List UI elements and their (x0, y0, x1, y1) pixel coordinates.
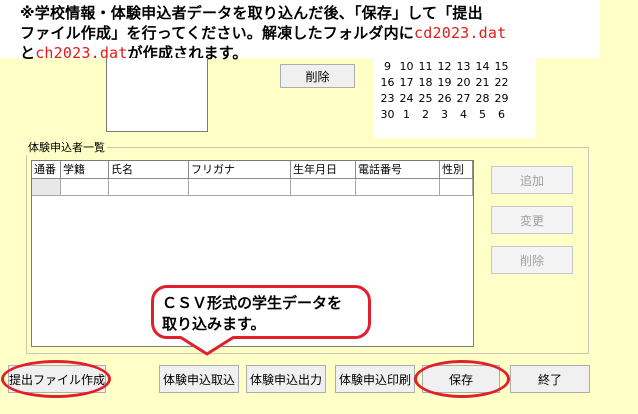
calendar-day[interactable]: 27 (454, 92, 473, 108)
instruction-note: ※学校情報・体験申込者データを取り込んだ後、「保存」して「提出 ファイル作成」を… (0, 0, 600, 62)
callout-tail (179, 336, 235, 356)
export-applicants-button[interactable]: 体験申込出力 (246, 365, 326, 393)
edit-button[interactable]: 変更 (491, 206, 573, 234)
import-callout: ＣＳＶ形式の学生データを 取り込みます。 (151, 285, 371, 339)
calendar-day[interactable]: 9 (378, 60, 397, 76)
col-student-id[interactable]: 学籍 (61, 161, 109, 179)
calendar-day[interactable]: 25 (416, 92, 435, 108)
col-birthdate[interactable]: 生年月日 (291, 161, 356, 179)
calendar-day[interactable]: 26 (435, 92, 454, 108)
add-button[interactable]: 追加 (491, 166, 573, 194)
exit-button[interactable]: 終了 (510, 365, 590, 393)
calendar-day[interactable]: 18 (416, 76, 435, 92)
note-line-2: ファイル作成」を行ってください。解凍したフォルダ内にcd2023.dat (20, 24, 507, 42)
col-gender[interactable]: 性別 (440, 161, 473, 179)
calendar-day[interactable]: 3 (435, 108, 454, 124)
callout-line-2: 取り込みます。 (162, 315, 266, 333)
print-applicants-button[interactable]: 体験申込印刷 (335, 365, 415, 393)
delete-top-button[interactable]: 削除 (280, 64, 355, 88)
calendar-day[interactable]: 23 (378, 92, 397, 108)
calendar-grid[interactable]: 9 10 11 12 13 14 15 16 17 18 19 20 21 22 23 24 25 26 27 28 2… (378, 60, 511, 124)
col-name[interactable]: 氏名 (109, 161, 189, 179)
highlight-ring-make-file (1, 360, 111, 398)
row-cell[interactable] (356, 179, 440, 196)
row-cell[interactable] (109, 179, 189, 196)
calendar-day[interactable]: 22 (492, 76, 511, 92)
highlight-ring-save (414, 360, 510, 398)
calendar-day[interactable]: 2 (416, 108, 435, 124)
import-applicants-button[interactable]: 体験申込取込 (159, 365, 239, 393)
calendar-day[interactable]: 12 (435, 60, 454, 76)
table-header: 通番 学籍 氏名 フリガナ 生年月日 電話番号 性別 (32, 161, 473, 179)
col-furigana[interactable]: フリガナ (189, 161, 291, 179)
calendar-day[interactable]: 17 (397, 76, 416, 92)
calendar-day[interactable]: 30 (378, 108, 397, 124)
calendar-day[interactable]: 6 (492, 108, 511, 124)
row-cell[interactable] (291, 179, 356, 196)
calendar-day[interactable]: 15 (492, 60, 511, 76)
note-line-1: ※学校情報・体験申込者データを取り込んだ後、「保存」して「提出 (20, 4, 483, 22)
calendar-day[interactable]: 4 (454, 108, 473, 124)
filename-cd: cd2023.dat (414, 24, 507, 42)
row-cell[interactable] (32, 179, 61, 196)
row-cell[interactable] (189, 179, 291, 196)
calendar-day[interactable]: 19 (435, 76, 454, 92)
callout-line-1: ＣＳＶ形式の学生データを (162, 294, 343, 312)
calendar-day[interactable]: 20 (454, 76, 473, 92)
calendar-day[interactable]: 28 (473, 92, 492, 108)
table-row[interactable] (32, 179, 473, 196)
calendar-day[interactable]: 16 (378, 76, 397, 92)
calendar-day[interactable]: 14 (473, 60, 492, 76)
group-title: 体験申込者一覧 (26, 139, 107, 155)
calendar-day[interactable]: 10 (397, 60, 416, 76)
row-cell[interactable] (61, 179, 109, 196)
col-serial[interactable]: 通番 (32, 161, 61, 179)
calendar-day[interactable]: 5 (473, 108, 492, 124)
calendar-day[interactable]: 21 (473, 76, 492, 92)
calendar-day[interactable]: 11 (416, 60, 435, 76)
calendar-day[interactable]: 13 (454, 60, 473, 76)
row-cell[interactable] (440, 179, 473, 196)
col-phone[interactable]: 電話番号 (356, 161, 440, 179)
calendar-day[interactable]: 29 (492, 92, 511, 108)
calendar-day[interactable]: 1 (397, 108, 416, 124)
school-listbox[interactable] (106, 58, 208, 132)
delete-button[interactable]: 削除 (491, 246, 573, 274)
calendar-day[interactable]: 24 (397, 92, 416, 108)
